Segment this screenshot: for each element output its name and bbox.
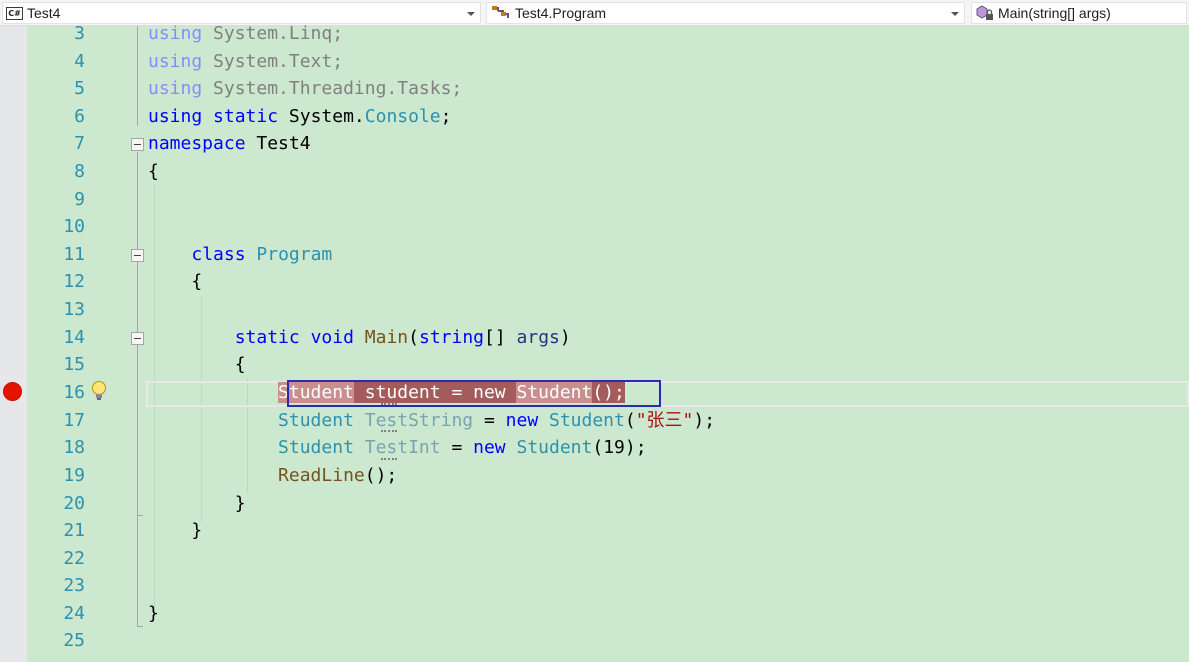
line-number: 13 [63,299,85,320]
line-number: 10 [63,216,85,237]
line-number: 14 [63,327,85,348]
member-label: Main(string[] args) [998,5,1111,21]
chevron-down-icon[interactable] [951,12,959,16]
suggestion-squiggle [381,430,397,432]
line-number: 16 [63,382,85,403]
type-label: Test4.Program [515,5,607,21]
line-number: 3 [74,23,85,44]
code-line[interactable]: 25 [27,627,1189,655]
code-line[interactable]: 6 using static System.Console; [27,103,1189,131]
code-line[interactable]: 10 [27,213,1189,241]
line-number: 12 [63,271,85,292]
line-number: 4 [74,51,85,72]
line-number: 7 [74,133,85,154]
breakpoint-icon[interactable] [3,382,22,401]
code-line[interactable]: 18 Student TestInt = new Student(19); [27,434,1189,462]
line-number: 9 [74,189,85,210]
code-line[interactable]: 8 { [27,158,1189,186]
csharp-project-icon: C# [6,6,23,20]
line-number: 18 [63,437,85,458]
code-line[interactable]: 14 static void Main(string[] args) [27,324,1189,352]
line-number: 21 [63,520,85,541]
code-line[interactable]: 5 using System.Threading.Tasks; [27,75,1189,103]
project-label: Test4 [27,5,61,21]
glyph-margin[interactable] [0,26,27,662]
code-line[interactable]: 9 [27,186,1189,214]
class-icon [492,6,509,18]
suggestion-squiggle [381,403,397,405]
line-number: 8 [74,161,85,182]
line-number: 24 [63,603,85,624]
code-line[interactable]: 12 { [27,268,1189,296]
suggestion-squiggle [381,458,397,460]
code-line[interactable]: 4 using System.Text; [27,48,1189,76]
code-line[interactable]: 11 class Program [27,241,1189,269]
code-line[interactable]: 23 [27,572,1189,600]
code-line[interactable]: 17 Student TestString = new Student("张三"… [27,407,1189,435]
line-number: 20 [63,493,85,514]
selection-box [287,380,661,407]
line-number: 23 [63,575,85,596]
code-line[interactable]: 21 } [27,517,1189,545]
code-line[interactable]: 20 } [27,490,1189,518]
code-line[interactable]: 13 [27,296,1189,324]
line-number: 6 [74,106,85,127]
code-editor[interactable]: 3 using System.Linq; 4 using System.Text… [27,23,1189,662]
code-line[interactable]: 7 namespace Test4 [27,130,1189,158]
line-number: 19 [63,465,85,486]
line-number: 25 [63,630,85,651]
code-line[interactable]: 19 ReadLine(); [27,462,1189,490]
chevron-down-icon[interactable] [467,12,475,16]
code-line[interactable]: 24 } [27,600,1189,628]
line-number: 17 [63,410,85,431]
line-number: 22 [63,548,85,569]
code-line[interactable]: 22 [27,545,1189,573]
code-line[interactable]: 3 using System.Linq; [27,20,1189,48]
line-number: 11 [63,244,85,265]
method-lock-icon [976,5,993,20]
line-number: 15 [63,354,85,375]
line-number: 5 [74,78,85,99]
code-line[interactable]: 15 { [27,351,1189,379]
